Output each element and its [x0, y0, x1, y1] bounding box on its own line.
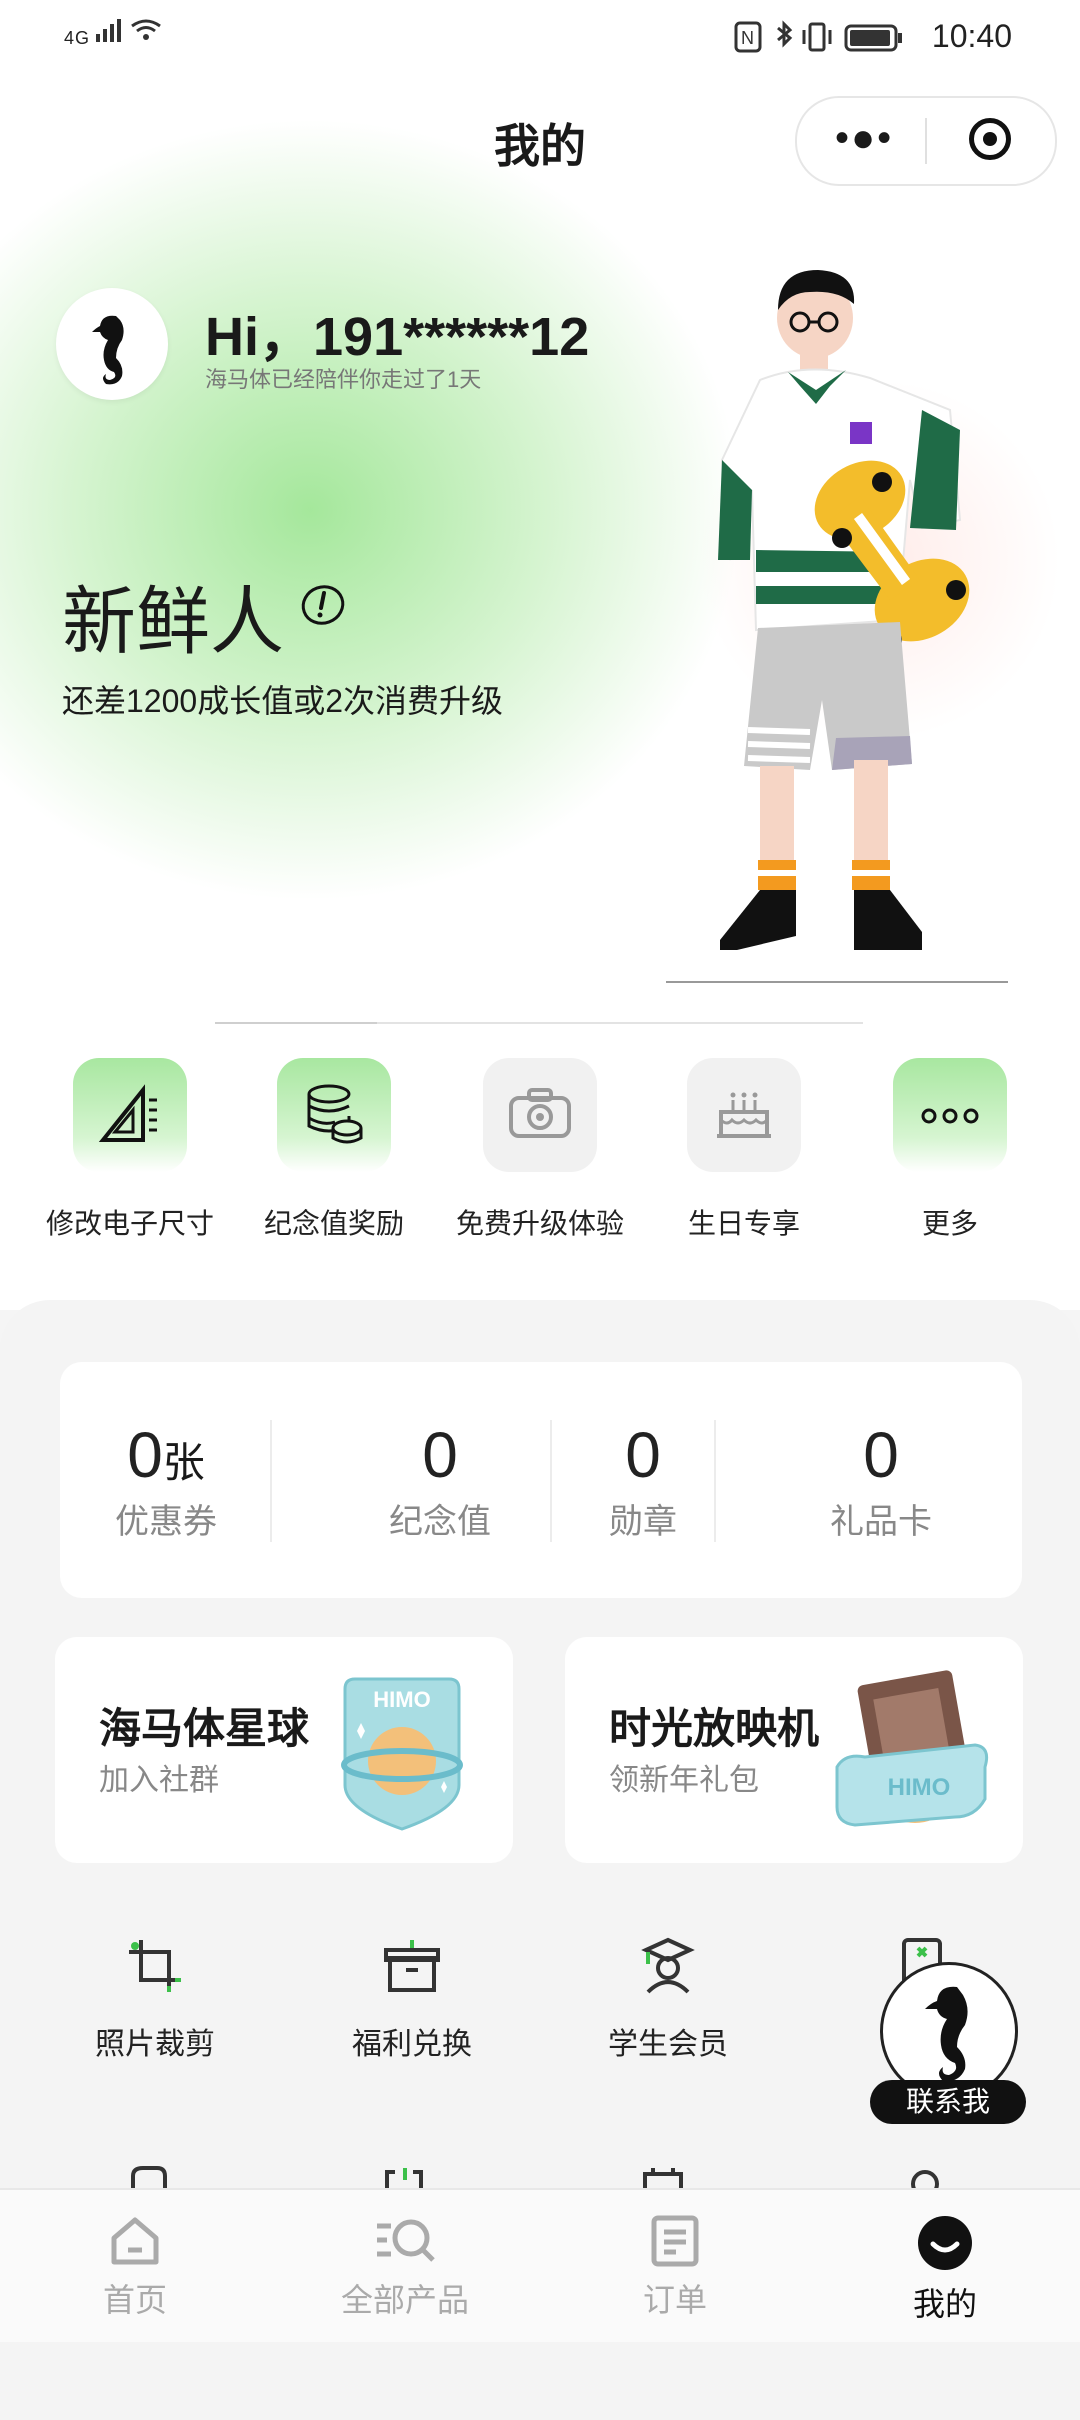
stat-label: 优惠券: [115, 1503, 217, 1541]
planet-badge-icon: HIMO: [341, 1677, 463, 1831]
more-options-button[interactable]: •●•: [835, 118, 893, 158]
seahorse-logo-icon: [92, 315, 124, 385]
quick-action-more[interactable]: 更多: [850, 1058, 1050, 1242]
contact-label: 联系我: [870, 2080, 1026, 2124]
tool-student-membership[interactable]: 学生会员: [568, 1936, 768, 2063]
companion-days-text: 海马体已经陪伴你走过了1天: [205, 367, 482, 392]
quick-action-label: 纪念值奖励: [263, 1208, 404, 1239]
hero-divider: [215, 1022, 863, 1024]
quick-action-rewards[interactable]: 纪念值奖励: [234, 1058, 434, 1242]
tab-mine[interactable]: 我的: [810, 2190, 1080, 2325]
tab-home[interactable]: 首页: [0, 2190, 270, 2321]
tab-label: 首页: [102, 2282, 167, 2318]
green-glow-background: [0, 120, 740, 900]
coins-icon: [277, 1058, 391, 1172]
card-subtitle: 领新年礼包: [609, 1764, 759, 1797]
card-title: 海马体星球: [99, 1705, 310, 1752]
stat-unit: 张: [162, 1439, 205, 1486]
stat-medals[interactable]: 0 勋章: [578, 1418, 708, 1543]
tool-benefits-exchange[interactable]: 福利兑换: [312, 1936, 512, 2063]
profile-hero: 4G N 10:40 我的 •●• Hi，191******12 海马体已经陪伴…: [0, 0, 1080, 1310]
tool-label: 福利兑换: [352, 2028, 472, 2061]
card-title: 时光放映机: [609, 1705, 820, 1752]
order-icon: [651, 2215, 699, 2267]
skateboarder-illustration: [666, 270, 1008, 983]
mini-program-capsule: •●•: [795, 96, 1057, 186]
quick-action-label: 修改电子尺寸: [45, 1208, 214, 1239]
gift-box-icon: [384, 1940, 440, 1992]
quick-action-birthday[interactable]: 生日专享: [644, 1058, 844, 1242]
avatar[interactable]: [56, 288, 168, 400]
stat-label: 纪念值: [389, 1503, 491, 1541]
user-greeting: Hi，191******12: [205, 307, 590, 367]
graduation-cap-icon: [641, 1937, 695, 1994]
quick-action-label: 更多: [921, 1208, 978, 1239]
stat-gift-cards[interactable]: 0 礼品卡: [796, 1418, 966, 1543]
quick-action-label: 生日专享: [687, 1208, 800, 1239]
network-indicator: 4G: [64, 16, 176, 49]
svg-text:N: N: [741, 28, 754, 48]
stat-label: 礼品卡: [830, 1503, 932, 1541]
signal-wifi-icon: [96, 19, 161, 42]
network-label: 4G: [64, 28, 91, 48]
quick-action-resize[interactable]: 修改电子尺寸: [30, 1058, 230, 1242]
planet-community-card[interactable]: 海马体星球 加入社群 HIMO: [55, 1637, 513, 1863]
stat-value: 0: [863, 1419, 899, 1491]
status-bar: 4G N 10:40: [0, 0, 1080, 80]
upgrade-progress-text: 还差1200成长值或2次消费升级: [62, 683, 503, 719]
card-subtitle: 加入社群: [99, 1764, 219, 1797]
film-reel-badge-icon: HIMO: [835, 1670, 989, 1827]
seahorse-icon: [925, 1986, 968, 2082]
close-mini-program-button[interactable]: [969, 118, 1011, 160]
smile-icon: [918, 2216, 972, 2270]
cake-icon: [687, 1058, 801, 1172]
stat-divider: [550, 1420, 552, 1542]
badge-text: HIMO: [888, 1774, 951, 1801]
tool-photo-crop[interactable]: 照片裁剪: [55, 1936, 255, 2063]
hero-scroll-indicator: [215, 1022, 377, 1024]
home-icon: [111, 2217, 159, 2265]
time-projector-card[interactable]: 时光放映机 领新年礼包 HIMO: [565, 1637, 1023, 1863]
next-row-icons-partial: [131, 2166, 939, 2190]
quick-action-label: 免费升级体验: [455, 1208, 624, 1239]
capsule-divider: [925, 118, 927, 164]
clock: 10:40: [931, 18, 1012, 54]
stat-points[interactable]: 0 纪念值: [350, 1418, 530, 1543]
ruler-icon: [73, 1058, 187, 1172]
tool-label: 照片裁剪: [95, 2028, 215, 2061]
camera-icon: [483, 1058, 597, 1172]
tab-label: 全部产品: [340, 2282, 469, 2318]
crop-icon: [129, 1940, 181, 1992]
search-list-icon: [377, 2219, 435, 2262]
bottom-tab-bar: 首页 全部产品 订单 我的: [0, 2188, 1080, 2342]
tool-label: 学生会员: [608, 2028, 728, 2061]
quick-actions: 修改电子尺寸 纪念值奖励 免费升级体验 生日专享 更多: [0, 1058, 1080, 1258]
quick-action-upgrade[interactable]: 免费升级体验: [440, 1058, 640, 1242]
tab-orders[interactable]: 订单: [540, 2190, 810, 2321]
member-level: 新鲜人: [62, 580, 284, 663]
more-dots-icon: [893, 1058, 1007, 1172]
contact-us-button[interactable]: 联系我: [870, 1962, 1026, 2132]
tab-label: 我的: [912, 2286, 977, 2322]
badge-text: HIMO: [373, 1687, 430, 1712]
stats-card: 0张 优惠券 0 纪念值 0 勋章 0 礼品卡: [60, 1362, 1022, 1598]
stat-coupons[interactable]: 0张 优惠券: [96, 1418, 236, 1543]
stat-value: 0: [127, 1419, 163, 1491]
stat-label: 勋章: [609, 1503, 677, 1541]
stat-divider: [714, 1420, 716, 1542]
system-status-icons: N: [734, 20, 902, 53]
level-info-icon[interactable]: [300, 582, 346, 628]
stat-value: 0: [422, 1419, 458, 1491]
tab-label: 订单: [642, 2282, 707, 2318]
stat-value: 0: [625, 1419, 661, 1491]
stat-divider: [270, 1420, 272, 1542]
tab-all-products[interactable]: 全部产品: [270, 2190, 540, 2321]
